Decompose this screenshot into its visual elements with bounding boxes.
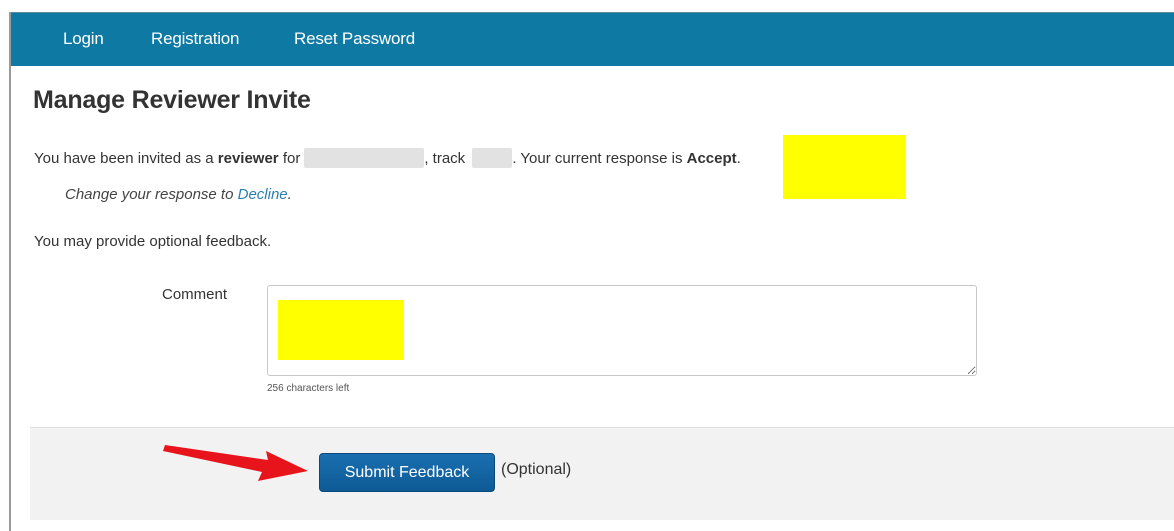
red-arrow-annotation-icon — [163, 445, 308, 481]
